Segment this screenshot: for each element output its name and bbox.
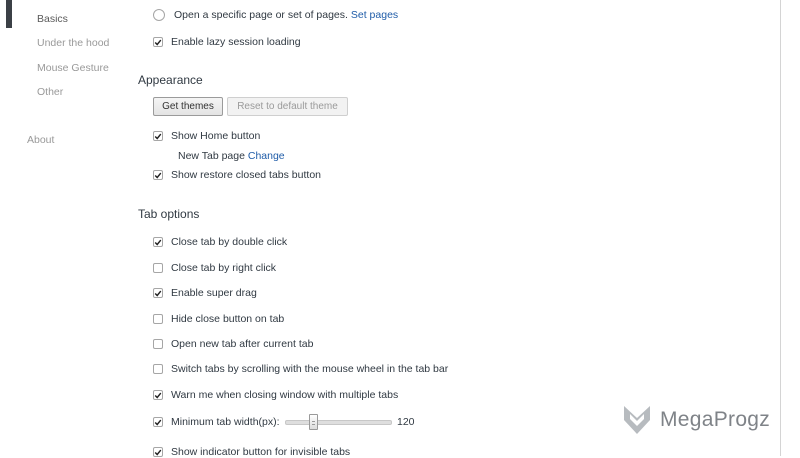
min-tab-width-checkbox[interactable] bbox=[153, 417, 163, 427]
checkmark-icon bbox=[154, 239, 162, 246]
reset-theme-button[interactable]: Reset to default theme bbox=[227, 97, 348, 116]
tab-option-row: Close tab by right click bbox=[153, 262, 276, 274]
checkmark-icon bbox=[154, 449, 162, 456]
min-tab-width-value: 120 bbox=[397, 416, 415, 428]
show-restore-row: Show restore closed tabs button bbox=[153, 169, 321, 181]
min-tab-width-value-row: 120 bbox=[397, 416, 415, 428]
tab-option-label: Hide close button on tab bbox=[171, 313, 285, 325]
set-pages-link[interactable]: Set pages bbox=[351, 9, 398, 21]
open-after-current-checkbox[interactable] bbox=[153, 339, 163, 349]
tab-option-row: Enable super drag bbox=[153, 287, 257, 299]
watermark: MegaProgz bbox=[622, 404, 770, 436]
tab-option-row: Close tab by double click bbox=[153, 236, 287, 248]
show-restore-label: Show restore closed tabs button bbox=[171, 169, 322, 181]
tab-option-label: Enable super drag bbox=[171, 287, 257, 299]
tab-options-section-title: Tab options bbox=[138, 207, 200, 221]
show-home-checkbox[interactable] bbox=[153, 131, 163, 141]
tab-option-label: Show indicator button for invisible tabs bbox=[171, 446, 351, 458]
startup-open-specific-row: Open a specific page or set of pages. Se… bbox=[153, 9, 398, 21]
tab-option-label: Open new tab after current tab bbox=[171, 338, 314, 350]
close-right-click-checkbox[interactable] bbox=[153, 263, 163, 273]
min-tab-width-label: Minimum tab width(px): bbox=[171, 416, 280, 428]
lazy-session-checkbox[interactable] bbox=[153, 37, 163, 47]
sidebar-active-indicator bbox=[6, 0, 12, 28]
checkmark-icon bbox=[154, 133, 162, 140]
tab-option-label: Switch tabs by scrolling with the mouse … bbox=[171, 363, 449, 375]
appearance-section-title: Appearance bbox=[138, 73, 203, 87]
sidebar-item-mouse-gesture[interactable]: Mouse Gesture bbox=[37, 62, 109, 74]
tab-option-row: Open new tab after current tab bbox=[153, 338, 313, 350]
change-new-tab-link[interactable]: Change bbox=[248, 150, 285, 162]
sidebar-item-other[interactable]: Other bbox=[37, 86, 63, 98]
checkmark-icon bbox=[154, 39, 162, 46]
settings-sidebar: Basics Under the hood Mouse Gesture Othe… bbox=[0, 0, 130, 456]
content-right-border bbox=[780, 0, 781, 456]
get-themes-button[interactable]: Get themes bbox=[153, 97, 223, 116]
lazy-session-row: Enable lazy session loading bbox=[153, 36, 301, 48]
tab-option-label: Close tab by double click bbox=[171, 236, 288, 248]
checkmark-icon bbox=[154, 392, 162, 399]
tab-option-row: Hide close button on tab bbox=[153, 313, 284, 325]
min-tab-width-slider-thumb[interactable] bbox=[309, 414, 318, 430]
lazy-session-label: Enable lazy session loading bbox=[171, 36, 301, 48]
sidebar-item-under-the-hood[interactable]: Under the hood bbox=[37, 37, 109, 49]
checkmark-icon bbox=[154, 419, 162, 426]
tab-option-label: Warn me when closing window with multipl… bbox=[171, 389, 399, 401]
super-drag-checkbox[interactable] bbox=[153, 288, 163, 298]
show-home-row: Show Home button bbox=[153, 130, 260, 142]
open-specific-radio[interactable] bbox=[153, 9, 165, 21]
tab-option-row: Switch tabs by scrolling with the mouse … bbox=[153, 363, 448, 375]
close-double-click-checkbox[interactable] bbox=[153, 237, 163, 247]
checkmark-icon bbox=[154, 172, 162, 179]
sidebar-item-basics[interactable]: Basics bbox=[37, 13, 68, 25]
tab-option-label: Close tab by right click bbox=[171, 262, 277, 274]
warn-closing-checkbox[interactable] bbox=[153, 390, 163, 400]
hide-close-button-checkbox[interactable] bbox=[153, 314, 163, 324]
sidebar-item-about[interactable]: About bbox=[27, 134, 54, 146]
tab-option-row: Warn me when closing window with multipl… bbox=[153, 389, 398, 401]
min-tab-width-row: Minimum tab width(px): bbox=[153, 416, 280, 428]
scroll-switch-tabs-checkbox[interactable] bbox=[153, 364, 163, 374]
open-specific-label: Open a specific page or set of pages. bbox=[174, 9, 348, 21]
min-tab-width-slider-track[interactable] bbox=[285, 420, 392, 425]
show-restore-checkbox[interactable] bbox=[153, 170, 163, 180]
new-tab-page-label: New Tab page bbox=[178, 150, 245, 162]
checkmark-icon bbox=[154, 290, 162, 297]
show-home-label: Show Home button bbox=[171, 130, 261, 142]
tab-option-row: Show indicator button for invisible tabs bbox=[153, 446, 350, 458]
watermark-text: MegaProgz bbox=[660, 408, 771, 431]
new-tab-page-row: New Tab page Change bbox=[178, 150, 285, 162]
megaprogz-logo-icon bbox=[624, 406, 650, 434]
